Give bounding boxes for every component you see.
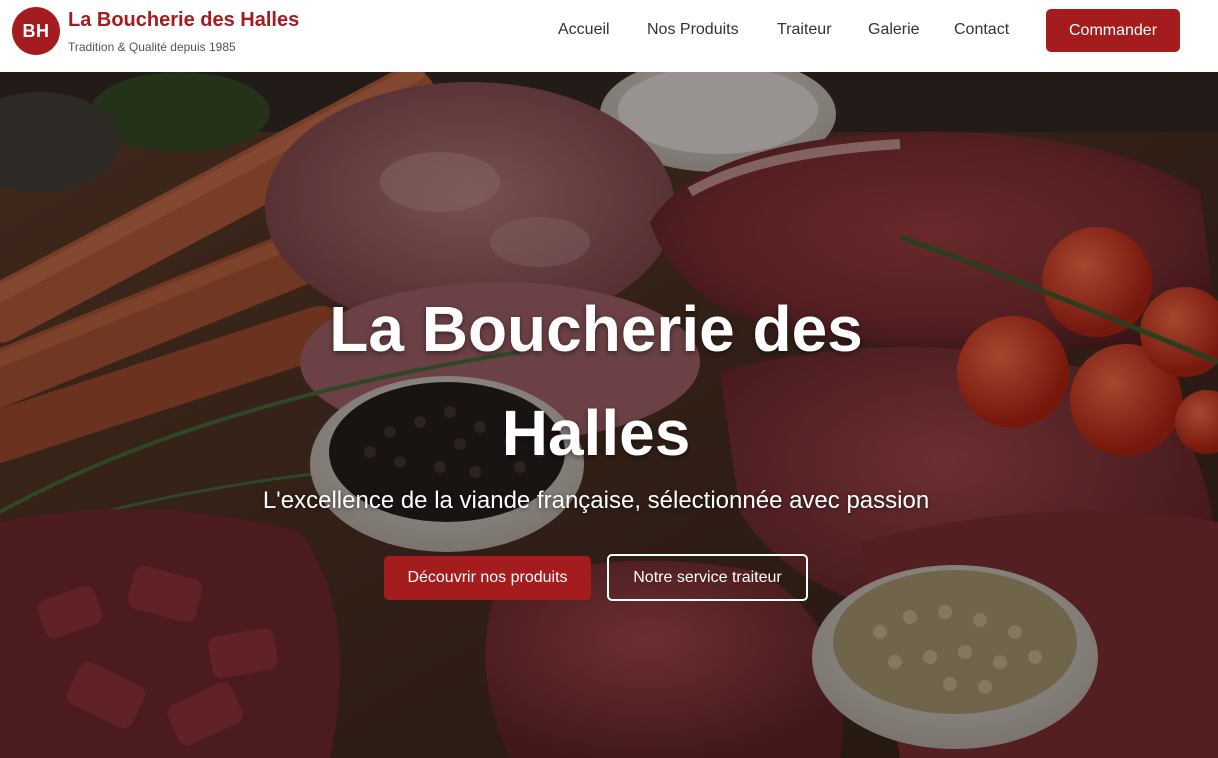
discover-products-button[interactable]: Découvrir nos produits — [384, 556, 591, 600]
nav-link-galerie[interactable]: Galerie — [868, 21, 920, 39]
nav-link-nos-produits[interactable]: Nos Produits — [647, 21, 739, 39]
hero-title: La Boucherie des Halles — [296, 277, 896, 485]
order-button[interactable]: Commander — [1046, 9, 1180, 52]
nav-link-accueil[interactable]: Accueil — [558, 21, 610, 39]
hero-subtitle: L'excellence de la viande française, sél… — [262, 487, 930, 514]
catering-service-button[interactable]: Notre service traiteur — [607, 554, 808, 601]
hero-section: La Boucherie des Halles L'excellence de … — [0, 72, 1218, 758]
site-header: BH La Boucherie des Halles Tradition & Q… — [0, 0, 1218, 72]
nav-link-traiteur[interactable]: Traiteur — [777, 21, 832, 39]
hero-title-line-2: Halles — [501, 397, 691, 469]
main-nav: Accueil Nos Produits Traiteur Galerie Co… — [0, 21, 1218, 43]
hero-title-line-1: La Boucherie des — [329, 293, 863, 365]
nav-link-contact[interactable]: Contact — [954, 21, 1009, 39]
